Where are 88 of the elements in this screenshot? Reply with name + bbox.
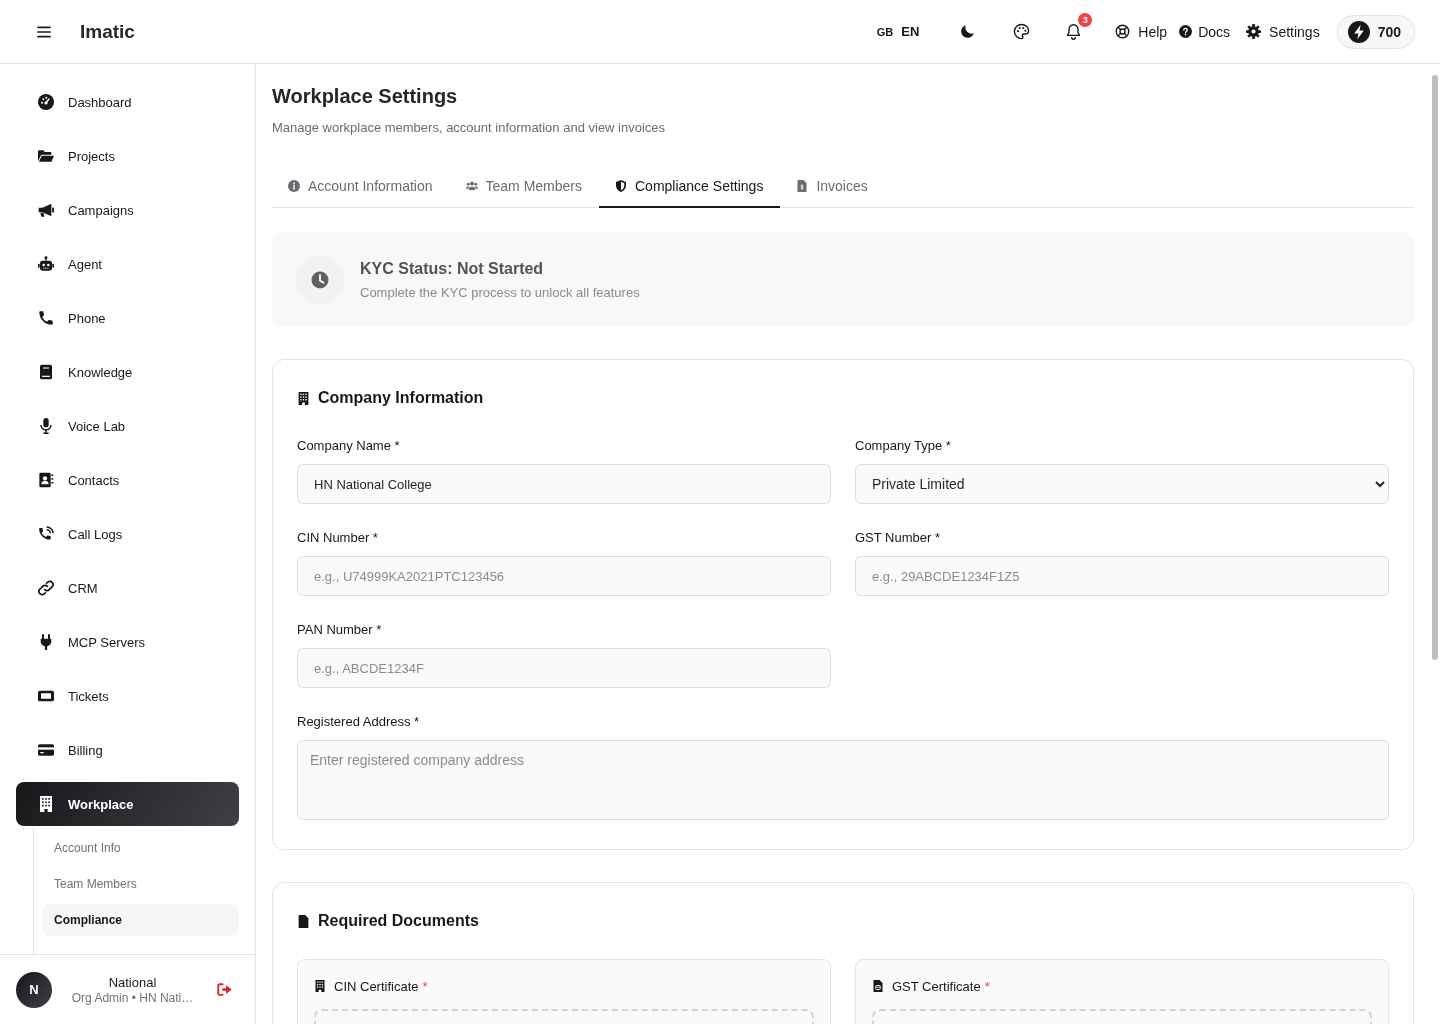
kyc-status-message: Complete the KYC process to unlock all features [360,284,640,300]
user-name: National [108,974,157,990]
user-role: Org Admin • HN Nati… [71,990,194,1005]
question-icon [1179,25,1193,38]
credit-card-icon [38,742,54,758]
settings-icon [1246,24,1262,39]
text-area[interactable]: Enter registered company address [297,740,1389,820]
brand-name: Imatic [80,20,135,43]
clock-icon [296,255,344,304]
required-mark: * [422,978,428,994]
document-label: GST Certificate [892,978,981,994]
field-label: Company Type * [855,437,952,455]
file-icon [297,913,310,929]
nav-item[interactable]: Knowledge [16,350,239,394]
dropdown[interactable]: Private Limited [855,464,1389,504]
nav-subitem[interactable]: Team Members [42,868,239,900]
plug-icon [38,634,54,650]
nav-subitem[interactable]: Account Info [42,832,239,864]
shield-icon [615,180,627,192]
settings-link[interactable]: Settings [1242,19,1324,44]
field-label: GST Number * [855,529,941,547]
page-title: Workplace Settings [272,84,459,108]
link-icon [38,580,54,596]
info-icon [288,180,300,192]
book-icon [38,364,54,380]
docs-link[interactable]: Docs [1175,19,1235,44]
contact-card-icon [38,472,54,488]
text-field[interactable]: e.g., 29ABCDE1234F1Z5 [855,556,1389,596]
document-icon [796,180,809,192]
scrollbar-thumb[interactable] [1432,75,1438,660]
nav-subitem[interactable]: Compliance [42,904,239,936]
tab[interactable]: Team Members [449,166,599,208]
bell-icon [1064,23,1082,40]
nav-item[interactable]: Voice Lab [16,404,239,448]
section-title: Required Documents [318,912,479,930]
nav-item[interactable]: Campaigns [16,188,239,232]
nav-item[interactable]: Agent [16,242,239,286]
gauge-icon [38,94,54,110]
folder-icon [38,148,54,164]
required-mark: * [984,978,990,994]
megaphone-icon [38,202,54,218]
notifications-button[interactable]: 3 [1055,13,1092,50]
nav-item[interactable]: Dashboard [16,80,239,124]
field-label: CIN Number * [297,529,379,547]
tab[interactable]: Compliance Settings [599,166,781,208]
language-button[interactable]: GB EN [868,18,928,45]
menu-button[interactable] [36,23,52,40]
building-icon [38,796,54,812]
building-icon [314,979,326,993]
phone-waves-icon [38,526,54,542]
ticket-icon [38,688,54,704]
field-label: Company Name * [297,437,401,455]
building-icon [297,390,310,406]
users-icon [465,180,478,192]
nav-item[interactable]: Projects [16,134,239,178]
robot-icon [38,256,54,272]
kyc-status-title: KYC Status: Not Started [360,259,545,278]
nav-item[interactable]: Contacts [16,458,239,502]
document-icon [872,979,884,993]
notification-badge: 3 [1078,12,1093,27]
lightning-icon [1347,20,1370,43]
palette-icon [1012,23,1030,40]
text-field[interactable]: HN National College [297,464,831,504]
phone-icon [38,310,54,326]
menu-icon [36,23,52,40]
avatar: N [16,971,52,1008]
nav-item[interactable]: Tickets [16,674,239,718]
nav-item[interactable]: Billing [16,728,239,772]
nav-item[interactable]: CRM [16,566,239,610]
field-label: Registered Address * [297,713,421,731]
text-field[interactable]: e.g., ABCDE1234F [297,648,831,688]
moon-icon [958,23,976,40]
page-subtitle: Manage workplace members, account information and view invoices [272,119,667,137]
lifebuoy-icon [1115,24,1131,39]
nav-item[interactable]: Workplace [16,782,239,826]
tab[interactable]: Invoices [780,166,885,208]
tab[interactable]: Account Information [272,166,450,208]
document-label: CIN Certificate [334,978,419,994]
nav-item[interactable]: Call Logs [16,512,239,556]
nav-item[interactable]: MCP Servers [16,620,239,664]
field-label: PAN Number * [297,621,383,639]
help-link[interactable]: Help [1111,19,1172,44]
section-title: Company Information [318,389,484,407]
credits-button[interactable]: 700 [1336,14,1415,49]
microphone-icon [38,418,54,434]
nav-item[interactable]: Phone [16,296,239,340]
logout-icon [217,982,232,997]
text-field[interactable]: e.g., U74999KA2021PTC123456 [297,556,831,596]
